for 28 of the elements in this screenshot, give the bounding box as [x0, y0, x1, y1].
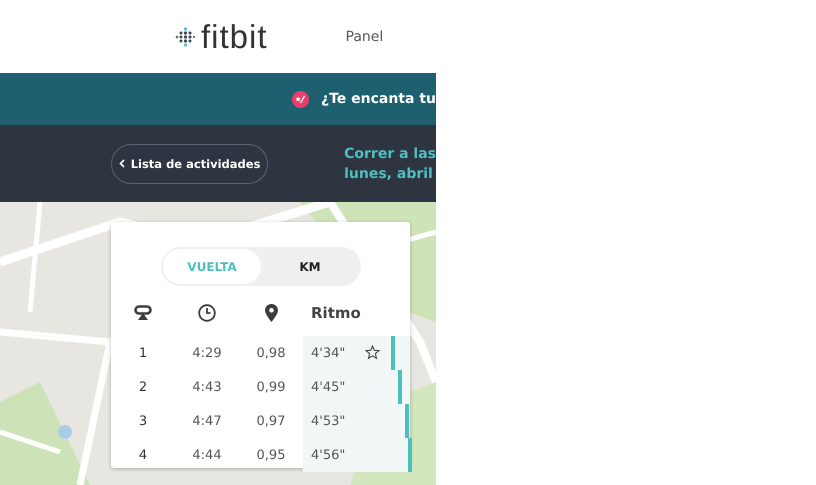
- lap-time: 4:43: [192, 380, 222, 394]
- chevron-left-icon: [118, 159, 125, 168]
- lap-time: 4:29: [192, 346, 222, 360]
- lap-number: 3: [138, 414, 148, 428]
- lap-distance: 0,97: [256, 414, 286, 428]
- logo-dots-icon: [175, 26, 195, 46]
- back-button[interactable]: Lista de actividades: [111, 144, 268, 184]
- lap-pace: 4'56": [311, 448, 346, 462]
- nav-link[interactable]: Panel: [346, 28, 384, 44]
- lap-distance: 0,95: [256, 448, 286, 462]
- activity-title: Correr a las lunes, abril: [344, 144, 436, 184]
- lap-number: 4: [138, 448, 148, 462]
- lap-icon: [134, 304, 152, 320]
- lap-distance: 0,99: [256, 380, 286, 394]
- lap-number: 2: [138, 380, 148, 394]
- lap-time: 4:47: [192, 414, 222, 428]
- lap-number: 1: [138, 346, 148, 360]
- clock-icon: [198, 304, 216, 322]
- toggle-option[interactable]: KM: [261, 249, 359, 284]
- lap-distance: 0,98: [256, 346, 286, 360]
- banner-text: ¿Te encanta tu: [320, 91, 436, 107]
- lap-time: 4:44: [192, 448, 222, 462]
- lap-pace: 4'34": [311, 346, 346, 360]
- pace-heading: Ritmo: [310, 304, 361, 322]
- logo-wordmark[interactable]: fitbit: [201, 20, 268, 53]
- lap-pace: 4'45": [311, 380, 346, 394]
- lap-pace: 4'53": [311, 414, 346, 428]
- location-pin-icon: [264, 304, 278, 322]
